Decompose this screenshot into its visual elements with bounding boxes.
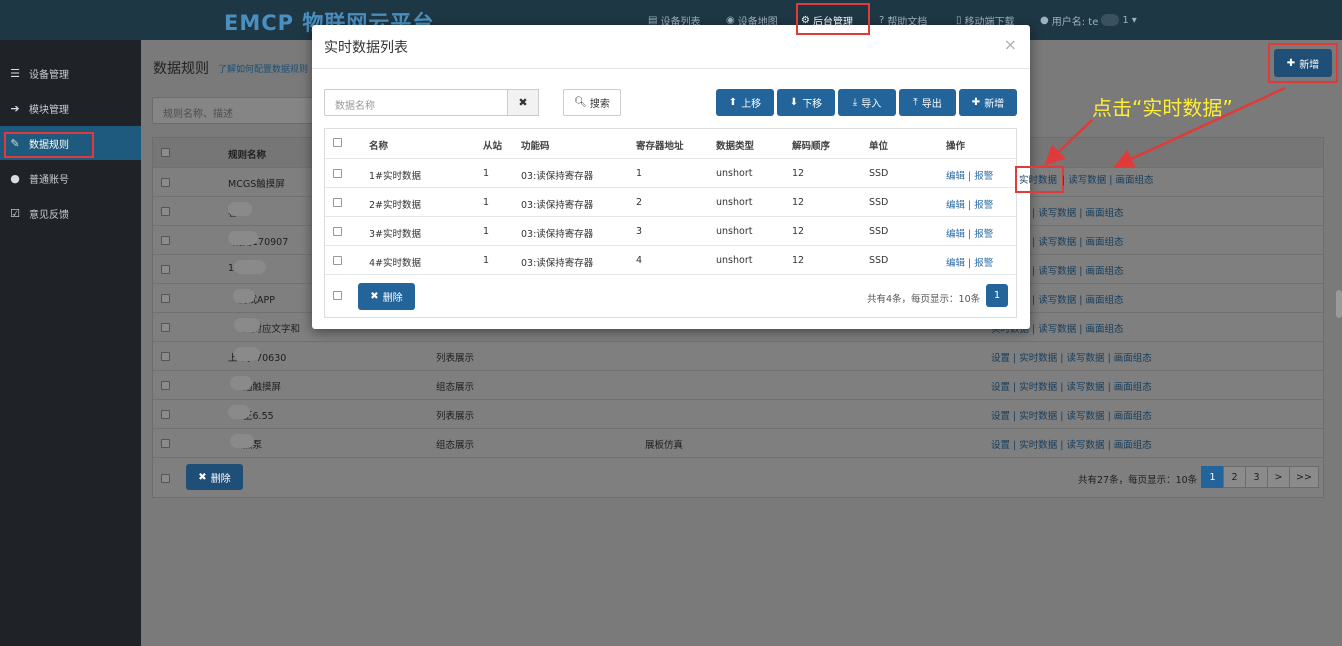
annotation-arrow-left [1044,119,1093,166]
annotation-arrows [1044,86,1286,168]
annotation-arrow-right [1113,86,1286,168]
